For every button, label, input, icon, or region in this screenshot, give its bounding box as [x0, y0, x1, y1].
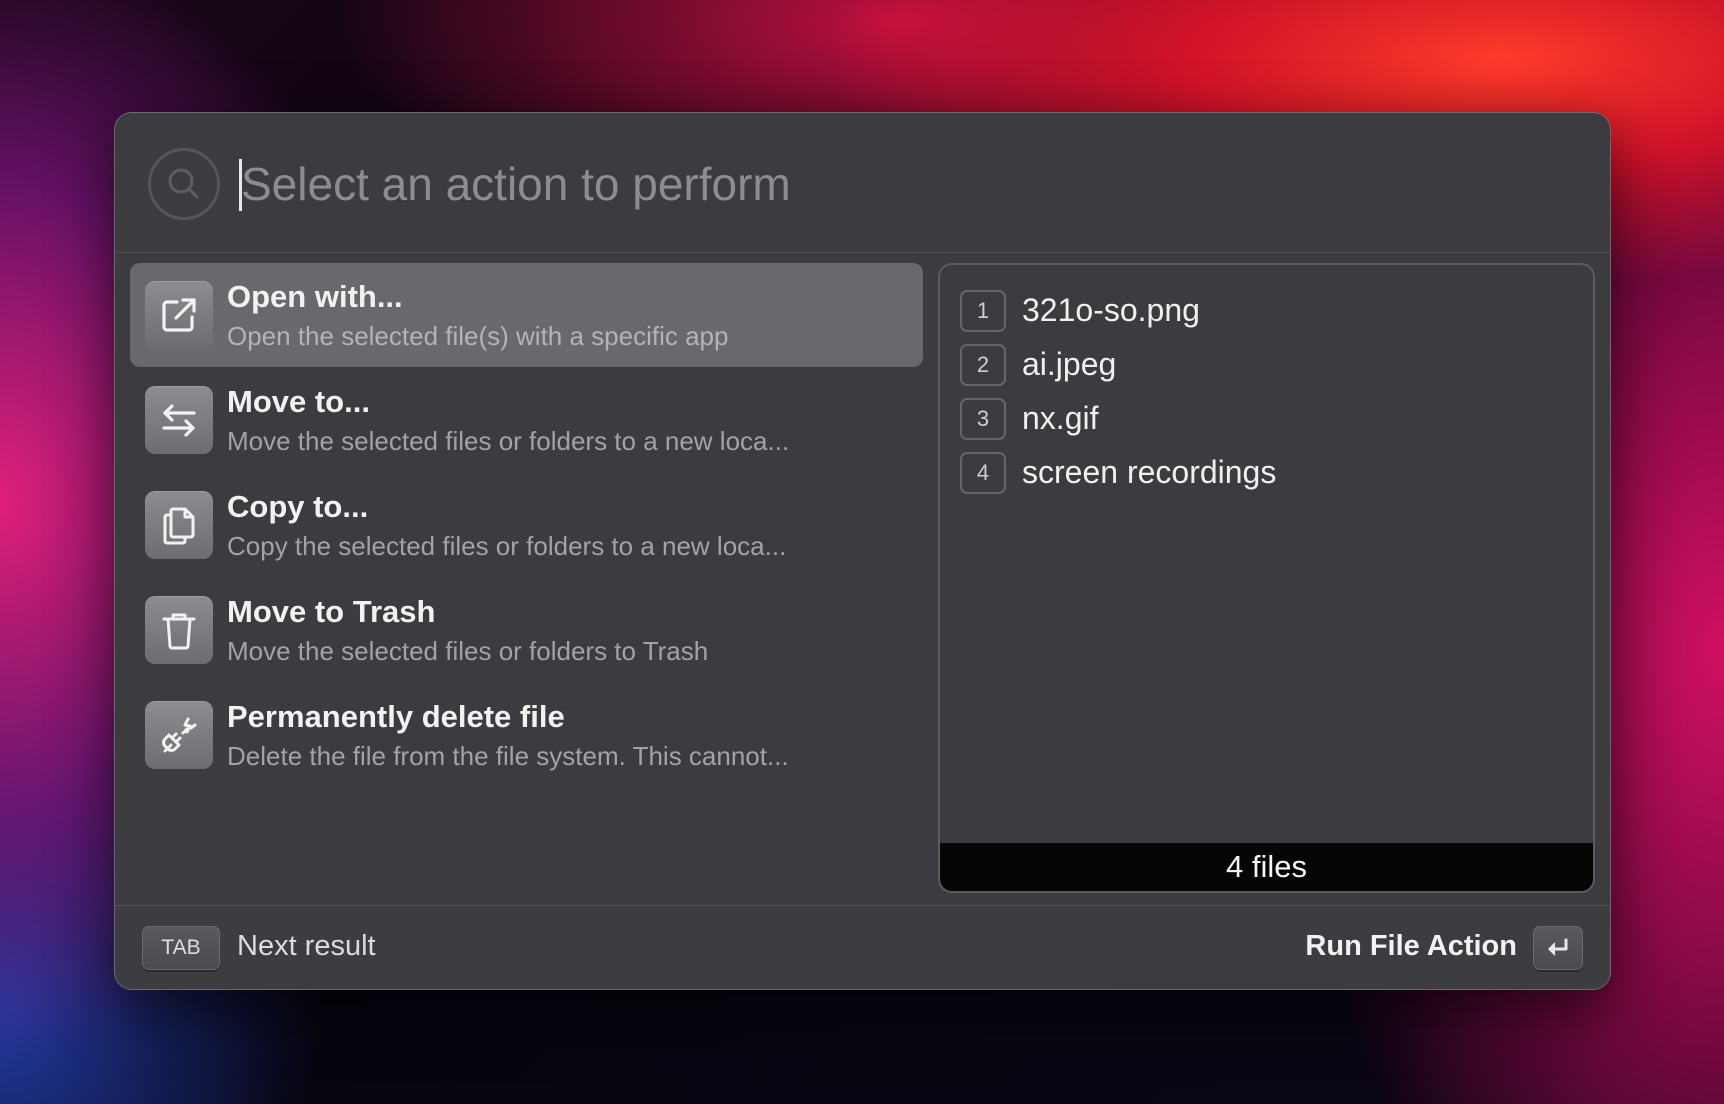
selected-files-panel: 1 321o-so.png 2 ai.jpeg 3 nx.gif 4 scree… — [938, 263, 1595, 893]
run-file-action-label: Run File Action — [1305, 930, 1517, 962]
action-subtitle: Delete the file from the file system. Th… — [227, 741, 789, 771]
tab-key-hint[interactable]: TAB — [142, 926, 220, 970]
action-title: Move to Trash — [227, 594, 436, 629]
action-move-to-trash[interactable]: Move to Trash Move the selected files or… — [130, 578, 923, 682]
action-title: Move to... — [227, 384, 370, 419]
file-index-badge: 1 — [960, 290, 1006, 332]
file-name: 321o-so.png — [1022, 292, 1200, 328]
unplug-icon — [145, 701, 213, 769]
action-subtitle: Move the selected files or folders to a … — [227, 426, 790, 456]
search-input[interactable] — [241, 149, 1341, 219]
files-count-label: 4 files — [940, 843, 1593, 891]
action-permanently-delete[interactable]: Permanently delete file Delete the file … — [130, 683, 923, 787]
copy-documents-icon — [145, 491, 213, 559]
action-subtitle: Copy the selected files or folders to a … — [227, 531, 787, 561]
action-copy-to[interactable]: Copy to... Copy the selected files or fo… — [130, 473, 923, 577]
action-title: Copy to... — [227, 489, 369, 524]
action-open-with[interactable]: Open with... Open the selected file(s) w… — [130, 263, 923, 367]
file-action-window: Open with... Open the selected file(s) w… — [114, 112, 1611, 990]
action-subtitle: Move the selected files or folders to Tr… — [227, 636, 709, 666]
file-index-badge: 3 — [960, 398, 1006, 440]
open-external-icon — [145, 281, 213, 349]
action-title: Permanently delete file — [227, 699, 565, 734]
file-index-badge: 4 — [960, 452, 1006, 494]
action-list: Open with... Open the selected file(s) w… — [130, 263, 923, 788]
search-bar — [115, 113, 1610, 253]
return-key-button[interactable] — [1533, 926, 1583, 970]
file-name: nx.gif — [1022, 400, 1099, 436]
action-move-to[interactable]: Move to... Move the selected files or fo… — [130, 368, 923, 472]
next-result-label: Next result — [237, 930, 376, 962]
search-icon — [148, 148, 220, 220]
move-arrows-icon — [145, 386, 213, 454]
return-key-icon — [1548, 938, 1568, 956]
trash-icon — [145, 596, 213, 664]
action-subtitle: Open the selected file(s) with a specifi… — [227, 321, 729, 351]
action-title: Open with... — [227, 279, 403, 314]
footer-bar: TAB Next result Run File Action — [115, 905, 1610, 989]
file-name: ai.jpeg — [1022, 346, 1117, 382]
file-index-badge: 2 — [960, 344, 1006, 386]
file-name: screen recordings — [1022, 454, 1277, 490]
